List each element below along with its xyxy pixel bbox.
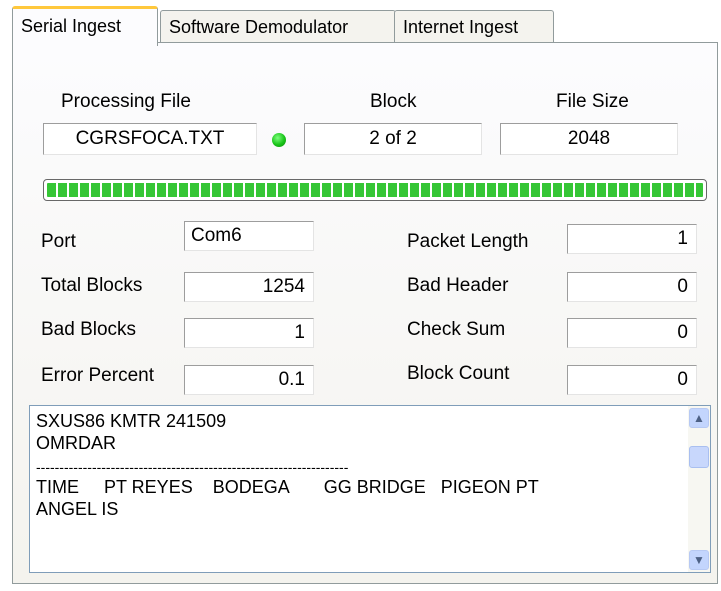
bad-blocks-label: Bad Blocks <box>41 319 137 340</box>
total-blocks-label: Total Blocks <box>41 275 143 296</box>
bad-header-label: Bad Header <box>407 275 509 296</box>
block-field: 2 of 2 <box>304 123 482 155</box>
tab-software-demodulator[interactable]: Software Demodulator <box>160 10 396 44</box>
port-field[interactable]: Com6 <box>184 221 314 251</box>
processing-file-label: Processing File <box>61 91 191 112</box>
memo-line: ANGEL IS <box>36 499 119 519</box>
error-percent-label: Error Percent <box>41 365 154 386</box>
packet-length-field: 1 <box>567 224 697 254</box>
memo-text: SXUS86 KMTR 241509 OMRDAR --------------… <box>36 410 676 520</box>
processing-file-field: CGRSFOCA.TXT <box>43 123 257 155</box>
error-percent-field: 0.1 <box>184 365 314 395</box>
bad-blocks-field: 1 <box>184 318 314 348</box>
check-sum-label: Check Sum <box>407 319 506 340</box>
progress-fill <box>47 183 703 197</box>
memo-line: TIME PT REYES BODEGA GG BRIDGE PIGEON PT <box>36 477 539 497</box>
total-blocks-field: 1254 <box>184 272 314 302</box>
scroll-up-button[interactable]: ▲ <box>689 408 709 428</box>
progress-bar <box>43 179 707 201</box>
memo-line: OMRDAR <box>36 433 116 453</box>
memo-line: SXUS86 KMTR 241509 <box>36 411 227 431</box>
file-size-field: 2048 <box>500 123 678 155</box>
serial-ingest-panel: Processing File Block File Size CGRSFOCA… <box>12 42 718 584</box>
tab-strip: Serial Ingest Software Demodulator Inter… <box>12 6 721 46</box>
memo-line: ----------------------------------------… <box>36 459 349 475</box>
message-memo[interactable]: SXUS86 KMTR 241509 OMRDAR --------------… <box>29 405 711 573</box>
bad-header-field: 0 <box>567 272 697 302</box>
block-count-field: 0 <box>567 365 697 395</box>
check-sum-field: 0 <box>567 318 697 348</box>
memo-scrollbar[interactable]: ▲ ▼ <box>688 406 710 572</box>
scroll-down-button[interactable]: ▼ <box>689 550 709 570</box>
tab-serial-ingest[interactable]: Serial Ingest <box>12 6 158 46</box>
file-size-label: File Size <box>556 91 629 112</box>
port-label: Port <box>41 231 76 252</box>
status-led <box>272 133 286 147</box>
block-label: Block <box>370 91 417 112</box>
packet-length-label: Packet Length <box>407 231 529 252</box>
scroll-thumb[interactable] <box>689 446 709 468</box>
block-count-label: Block Count <box>407 363 510 384</box>
tab-internet-ingest[interactable]: Internet Ingest <box>394 10 554 44</box>
